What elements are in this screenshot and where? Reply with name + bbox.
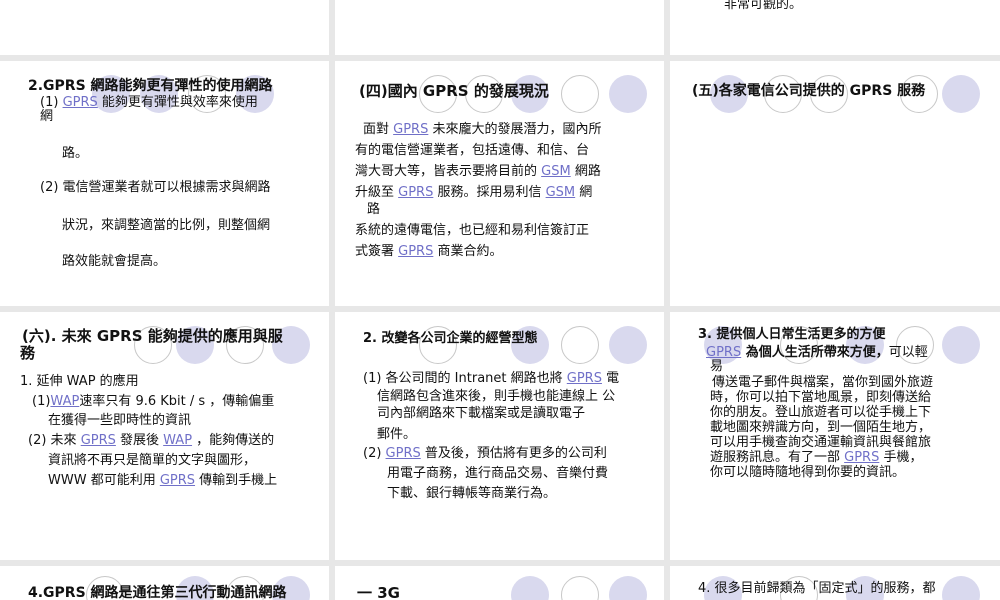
slide-line: 在獲得一些即時性的資訊 (48, 413, 192, 428)
gprs-link[interactable]: GPRS (398, 185, 433, 200)
slide-line: WWW 都可能利用 GPRS 傳輸到手機上 (48, 473, 278, 488)
gprs-link[interactable]: GPRS (844, 450, 879, 465)
slide-line: 信網路包含進來後，則手機也能連線上 公 (377, 389, 616, 404)
slide-line: 式簽署 GPRS 商業合約。 (355, 244, 503, 259)
slide-title: 2.GPRS 網路能夠更有彈性的使用網路 (28, 78, 273, 94)
slide-line: 你的朋友。登山旅遊者可以從手機上下 (710, 405, 932, 420)
slide-line: (1)WAP速率只有 9.6 Kbit / s ，傳輸偏重 (32, 394, 275, 409)
slide-telecom-services: (五)各家電信公司提供的 GPRS 服務 (670, 61, 1000, 306)
slide-line: 系統的遠傳電信，也已經和易利信簽訂正 (355, 223, 590, 238)
gsm-link[interactable]: GSM (546, 185, 576, 200)
slide-2 (335, 0, 664, 55)
slide-line: 灣大哥大等，皆表示要將目前的 GSM 網路 (355, 164, 601, 179)
slide-line: (1) GPRS 能夠更有彈性與效率來使用 (40, 95, 258, 110)
slide-enterprise: 2. 改變各公司企業的經營型態 (1) 各公司間的 Intranet 網路也將 … (335, 312, 664, 560)
slide-3g-gateway: 4.GPRS 網路是通往第三代行動通訊網路 (0, 566, 329, 600)
slide-line: 升級至 GPRS 服務。採用易利信 GSM 網 (355, 185, 593, 200)
gsm-link[interactable]: GSM (541, 164, 571, 179)
slide-line: 有的電信營運業者，包括遠傳、和信、台 (355, 143, 590, 158)
slide-line: 路效能就會提高。 (62, 254, 167, 269)
slide-3g: 一 3G (335, 566, 664, 600)
gprs-link[interactable]: GPRS (398, 244, 433, 259)
slide-line: GPRS 為個人生活所帶來方便，可以輕 (706, 345, 928, 360)
slide-line: 面對 GPRS 未來龐大的發展潛力，國內所 (363, 122, 602, 137)
slide-title: 3. 提供個人日常生活更多的方便 (698, 327, 886, 342)
gprs-link[interactable]: GPRS (386, 446, 421, 461)
slide-line: 傳送電子郵件與檔案，當你到國外旅遊 (712, 375, 934, 390)
slide-line: (2) 電信營運業者就可以根據需求與網路 (40, 180, 271, 195)
slide-line: 網 (40, 109, 54, 124)
gprs-link[interactable]: GPRS (81, 433, 116, 448)
slide-line: 1. 延伸 WAP 的應用 (20, 374, 139, 389)
gprs-link[interactable]: GPRS (160, 473, 195, 488)
slide-title: (四)國內 GPRS 的發展現況 (359, 82, 549, 100)
slide-line: 路。 (62, 146, 89, 161)
slide-line: 資訊將不再只是簡單的文字與圖形， (48, 453, 257, 468)
slide-title: 務 (20, 344, 36, 362)
slide-line: 用電子商務，進行商品交易、音樂付費 (387, 466, 609, 481)
slide-title: 2. 改變各公司企業的經營型態 (363, 331, 538, 346)
slide-line: 狀況，來調整適當的比例，則整個網 (62, 218, 271, 233)
slide-gprs-flexible: 2.GPRS 網路能夠更有彈性的使用網路 (1) GPRS 能夠更有彈性與效率來… (0, 61, 329, 306)
slide-line: 郵件。 (377, 427, 417, 442)
wap-link[interactable]: WAP (50, 394, 79, 409)
slide-line: (1) 各公司間的 Intranet 網路也將 GPRS 電 (363, 371, 620, 386)
slide-fixed-services: 4. 很多目前歸類為「固定式」的服務，都 (670, 566, 1000, 600)
slide-3: 非常可觀的。 (670, 0, 1000, 55)
gprs-link[interactable]: GPRS (393, 122, 428, 137)
slide-line: (2) GPRS 普及後，預估將有更多的公司利 (363, 446, 607, 461)
slide-line: 路 (367, 202, 381, 217)
gprs-link[interactable]: GPRS (567, 371, 602, 386)
slide-text: 非常可觀的。 (724, 0, 803, 12)
slide-line: 你可以隨時隨地得到你要的資訊。 (710, 465, 906, 480)
slide-personal-life: 3. 提供個人日常生活更多的方便 GPRS 為個人生活所帶來方便，可以輕 易 傳… (670, 312, 1000, 560)
slide-1 (0, 0, 329, 55)
slide-line: (2) 未來 GPRS 發展後 WAP ，能夠傳送的 (28, 433, 275, 448)
slide-line: 易 (710, 359, 724, 374)
slide-future-apps: (六). 未來 GPRS 能夠提供的應用與服 務 1. 延伸 WAP 的應用 (… (0, 312, 329, 560)
slide-title: (六). 未來 GPRS 能夠提供的應用與服 (22, 327, 283, 345)
slide-line: 下載、銀行轉帳等商業行為。 (387, 486, 557, 501)
slide-title: 4. 很多目前歸類為「固定式」的服務，都 (698, 581, 936, 596)
wap-link[interactable]: WAP (163, 433, 192, 448)
slide-title: 4.GPRS 網路是通往第三代行動通訊網路 (28, 585, 287, 600)
slide-line: 司內部網路來下載檔案或是讀取電子 (377, 406, 586, 421)
slide-line: 時，你可以拍下當地風景，即刻傳送給 (710, 390, 932, 405)
slide-line: 載地圖來辨識方向，到一個陌生地方， (710, 420, 932, 435)
slide-domestic-gprs: (四)國內 GPRS 的發展現況 面對 GPRS 未來龐大的發展潛力，國內所 有… (335, 61, 664, 306)
gprs-link[interactable]: GPRS (63, 95, 98, 110)
slide-title: 一 3G (357, 584, 400, 600)
slide-line: 可以用手機查詢交通運輸資訊與餐館旅 (710, 435, 932, 450)
slide-title: (五)各家電信公司提供的 GPRS 服務 (692, 83, 926, 99)
slide-line: 遊服務訊息。有了一部 GPRS 手機， (710, 450, 923, 465)
